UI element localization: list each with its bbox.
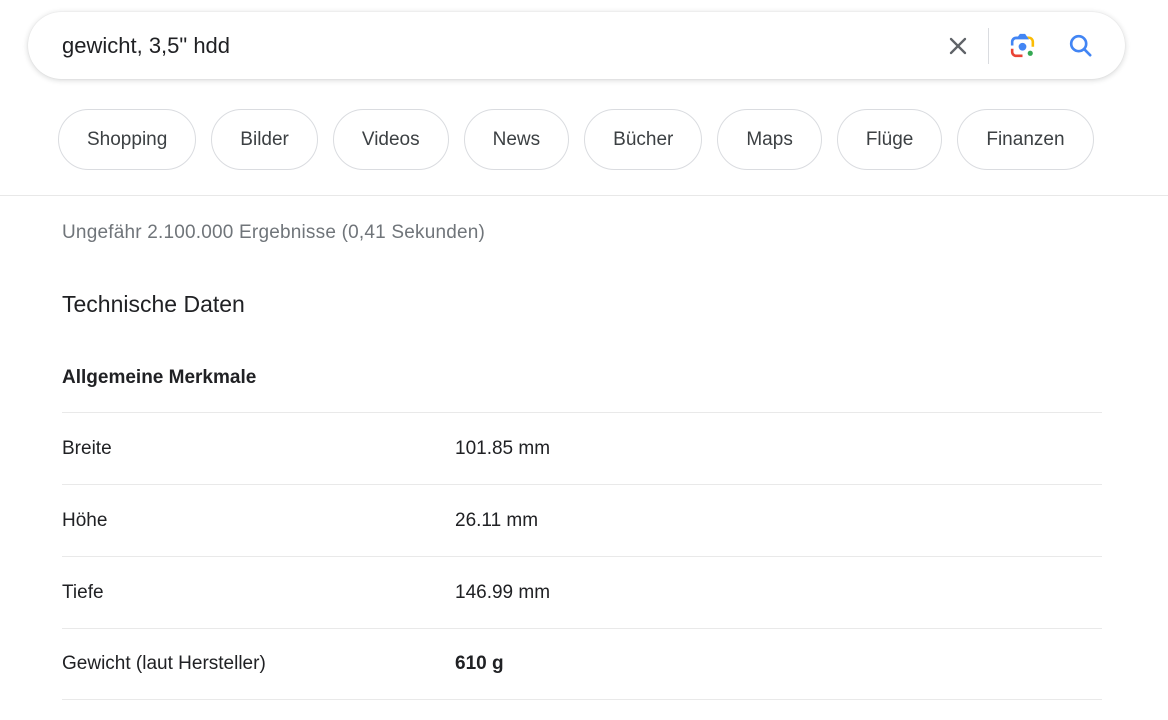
table-row: Breite 101.85 mm [62, 412, 1102, 484]
row-value: 101.85 mm [455, 438, 1102, 460]
close-icon [944, 32, 972, 60]
search-filter-tabs: Shopping Bilder Videos News Bücher Maps … [58, 109, 1168, 170]
spec-table: Breite 101.85 mm Höhe 26.11 mm Tiefe 146… [62, 412, 1102, 700]
table-row: Tiefe 146.99 mm [62, 556, 1102, 628]
tab-buecher[interactable]: Bücher [584, 109, 702, 170]
page-title: Technische Daten [62, 291, 1102, 318]
section-subtitle: Allgemeine Merkmale [62, 367, 1102, 389]
tab-maps[interactable]: Maps [717, 109, 821, 170]
search-icon [1066, 31, 1095, 60]
clear-search-button[interactable] [944, 32, 972, 60]
tab-videos[interactable]: Videos [333, 109, 449, 170]
search-header: Shopping Bilder Videos News Bücher Maps … [0, 0, 1168, 170]
tab-bilder[interactable]: Bilder [211, 109, 318, 170]
results-main: Ungefähr 2.100.000 Ergebnisse (0,41 Seku… [62, 222, 1102, 700]
google-lens-icon [1007, 30, 1038, 61]
table-row: Höhe 26.11 mm [62, 484, 1102, 556]
search-bar[interactable] [28, 12, 1125, 79]
search-input[interactable] [62, 12, 944, 79]
row-label: Breite [62, 438, 455, 460]
lens-search-button[interactable] [1007, 30, 1038, 61]
row-value-highlighted: 610 g [455, 653, 1102, 675]
tab-finanzen[interactable]: Finanzen [957, 109, 1093, 170]
tab-shopping[interactable]: Shopping [58, 109, 196, 170]
header-divider [0, 195, 1168, 196]
result-stats: Ungefähr 2.100.000 Ergebnisse (0,41 Seku… [62, 222, 1102, 244]
tab-fluege[interactable]: Flüge [837, 109, 943, 170]
search-submit-button[interactable] [1066, 31, 1095, 60]
searchbar-divider [988, 28, 989, 64]
table-row: Gewicht (laut Hersteller) 610 g [62, 628, 1102, 700]
tab-news[interactable]: News [464, 109, 570, 170]
row-label: Gewicht (laut Hersteller) [62, 653, 455, 675]
row-value: 146.99 mm [455, 582, 1102, 604]
row-label: Höhe [62, 510, 455, 532]
row-label: Tiefe [62, 582, 455, 604]
row-value: 26.11 mm [455, 510, 1102, 532]
